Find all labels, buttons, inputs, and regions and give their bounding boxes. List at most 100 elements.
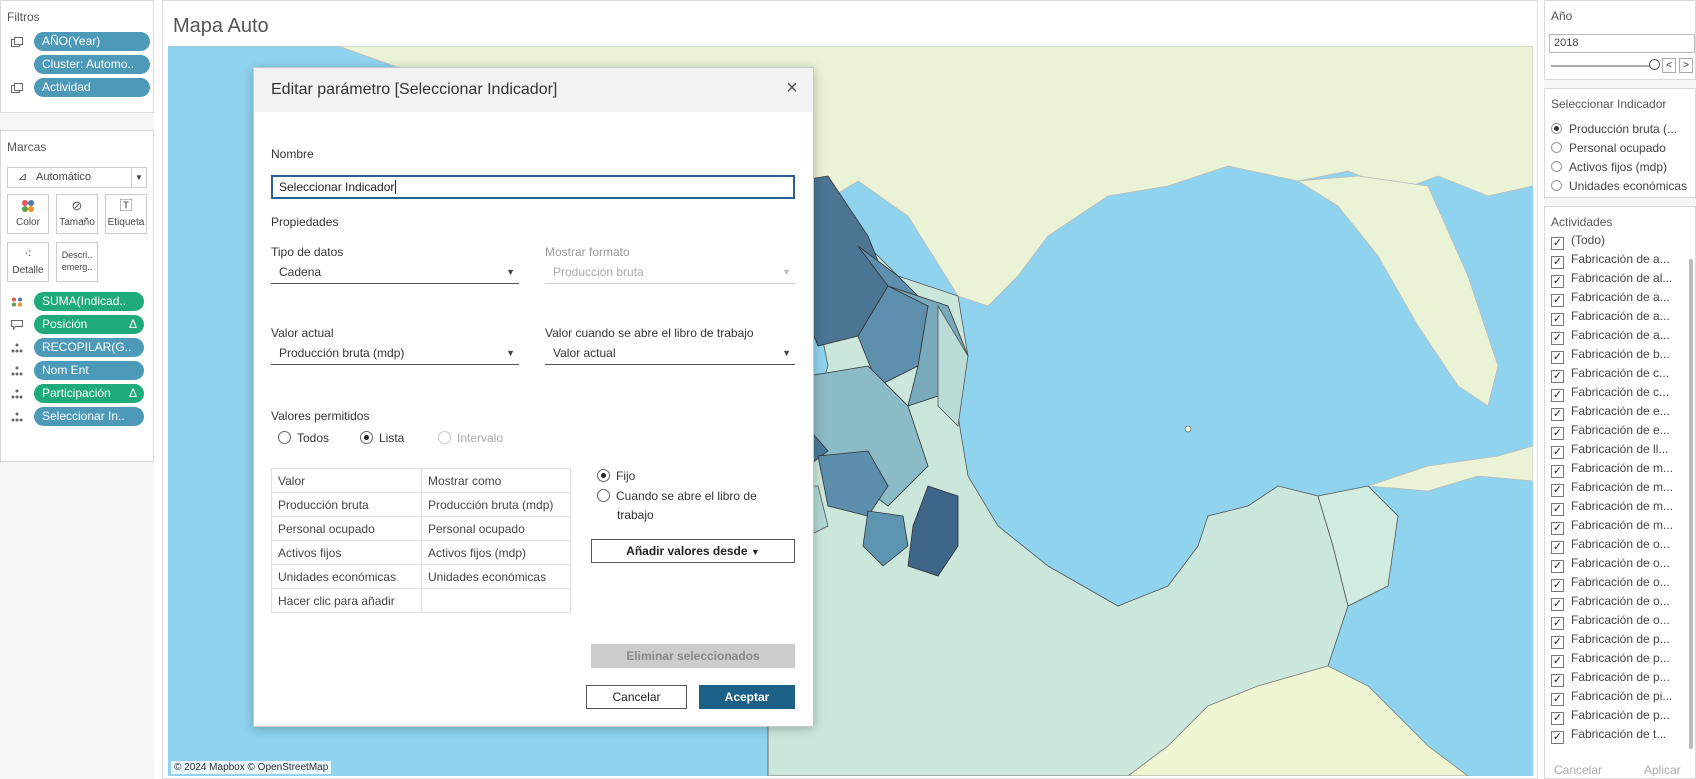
indicator-option-label: Unidades económicas: [1569, 179, 1688, 193]
filter-row-year[interactable]: AÑO(Year): [1, 32, 153, 55]
mark-pill-participation[interactable]: Participación Δ: [34, 384, 144, 403]
activities-scrollbar[interactable]: [1689, 259, 1693, 749]
table-row[interactable]: Unidades económicas Unidades económicas: [271, 564, 571, 589]
activity-item[interactable]: ✓ Fabricación de a...: [1551, 252, 1670, 271]
activity-item[interactable]: ✓ Fabricación de e...: [1551, 423, 1670, 442]
activity-item[interactable]: ✓ Fabricación de c...: [1551, 385, 1669, 404]
indicator-option-label: Producción bruta (...: [1569, 122, 1678, 136]
mark-pill-sum-indicator[interactable]: SUMA(Indicad..: [34, 292, 144, 311]
activity-item[interactable]: ✓ Fabricación de e...: [1551, 404, 1670, 423]
chevron-down-icon: ▼: [750, 547, 760, 557]
table-cell[interactable]: Unidades económicas: [271, 564, 422, 589]
table-row[interactable]: Hacer clic para añadir: [271, 588, 571, 613]
activity-item[interactable]: ✓ Fabricación de a...: [1551, 328, 1670, 347]
activities-cancel-button[interactable]: Cancelar: [1554, 763, 1602, 777]
activity-item[interactable]: ✓ Fabricación de m...: [1551, 499, 1673, 518]
year-slider-thumb[interactable]: [1649, 59, 1660, 70]
table-row[interactable]: Producción bruta Producción bruta (mdp): [271, 492, 571, 517]
mark-row-participation[interactable]: Participación Δ: [1, 384, 153, 407]
table-cell[interactable]: Hacer clic para añadir: [271, 588, 422, 613]
year-input[interactable]: 2018: [1549, 34, 1695, 53]
year-slider-track[interactable]: [1551, 65, 1658, 67]
add-values-button[interactable]: Añadir valores desde ▼: [591, 539, 795, 563]
activity-item[interactable]: ✓ Fabricación de p...: [1551, 708, 1670, 727]
detail-button[interactable]: ⁖ Detalle: [7, 242, 49, 282]
activity-item[interactable]: ✓ Fabricación de a...: [1551, 309, 1670, 328]
table-cell[interactable]: [421, 588, 571, 613]
activity-item[interactable]: ✓ Fabricación de al...: [1551, 271, 1672, 290]
activity-item[interactable]: ✓ Fabricación de m...: [1551, 461, 1673, 480]
activity-item[interactable]: ✓ Fabricación de o...: [1551, 556, 1670, 575]
checkbox-checked-icon: ✓: [1551, 446, 1564, 459]
indicator-option[interactable]: Producción bruta (...: [1551, 122, 1677, 140]
mark-row-sum-indicator[interactable]: SUMA(Indicad..: [1, 292, 153, 315]
table-row[interactable]: Personal ocupado Personal ocupado: [271, 516, 571, 541]
mark-pill-position[interactable]: Posición Δ: [34, 315, 144, 334]
allowed-option-all[interactable]: Todos: [278, 431, 329, 445]
mark-row-collect[interactable]: RECOPILAR(G..: [1, 338, 153, 361]
table-row[interactable]: Activos fijos Activos fijos (mdp): [271, 540, 571, 565]
name-input[interactable]: Seleccionar Indicador: [271, 175, 795, 199]
table-cell[interactable]: Personal ocupado: [421, 516, 571, 541]
fixed-option[interactable]: Fijo: [597, 469, 635, 483]
label-button[interactable]: 🅃 Etiqueta: [105, 194, 147, 234]
table-cell[interactable]: Personal ocupado: [271, 516, 422, 541]
table-cell[interactable]: Activos fijos: [271, 540, 422, 565]
mark-pill-select-indicator[interactable]: Seleccionar In..: [34, 407, 144, 426]
indicator-option[interactable]: Personal ocupado: [1551, 141, 1666, 159]
map-attribution[interactable]: © 2024 Mapbox © OpenStreetMap: [171, 761, 332, 774]
left-panel: Filtros AÑO(Year) Cluster: Automo.. Acti…: [0, 0, 154, 779]
filter-pill-year[interactable]: AÑO(Year): [34, 32, 150, 51]
activity-item[interactable]: ✓ Fabricación de a...: [1551, 290, 1670, 309]
size-button[interactable]: ⊘ Tamaño: [56, 194, 98, 234]
activity-item[interactable]: ✓ Fabricación de pi...: [1551, 689, 1672, 708]
year-prev-button[interactable]: <: [1662, 58, 1676, 73]
filter-row-cluster[interactable]: Cluster: Automo..: [1, 55, 153, 78]
ok-button[interactable]: Aceptar: [699, 685, 795, 709]
table-cell[interactable]: Activos fijos (mdp): [421, 540, 571, 565]
mark-row-position[interactable]: Posición Δ: [1, 315, 153, 338]
indicator-option[interactable]: Unidades económicas: [1551, 179, 1687, 197]
cancel-button[interactable]: Cancelar: [586, 685, 687, 709]
activity-item[interactable]: ✓ Fabricación de p...: [1551, 632, 1670, 651]
activity-item[interactable]: ✓ Fabricación de o...: [1551, 613, 1670, 632]
color-button[interactable]: Color: [7, 194, 49, 234]
edit-parameter-dialog: Editar parámetro [Seleccionar Indicador]…: [253, 67, 814, 727]
mark-row-select-indicator[interactable]: Seleccionar In..: [1, 407, 153, 430]
activities-apply-button[interactable]: Aplicar: [1644, 763, 1681, 777]
table-cell[interactable]: Producción bruta: [271, 492, 422, 517]
activity-item[interactable]: ✓ Fabricación de o...: [1551, 575, 1670, 594]
activity-item[interactable]: ✓ Fabricación de c...: [1551, 366, 1669, 385]
delta-icon: Δ: [128, 317, 137, 331]
close-icon[interactable]: ×: [781, 77, 803, 99]
indicator-option[interactable]: Activos fijos (mdp): [1551, 160, 1667, 178]
mark-type-select[interactable]: ⊿ Automático ▼: [7, 167, 147, 188]
radio-selected-icon: [360, 431, 373, 444]
filter-pill-cluster[interactable]: Cluster: Automo..: [34, 55, 150, 74]
activity-item[interactable]: ✓ Fabricación de ll...: [1551, 442, 1668, 461]
mark-pill-nom-ent[interactable]: Nom Ent: [34, 361, 144, 380]
activity-item-label: Fabricación de o...: [1571, 613, 1670, 627]
filter-pill-activity[interactable]: Actividad: [34, 78, 150, 97]
activity-item[interactable]: ✓ Fabricación de m...: [1551, 518, 1673, 537]
activity-item[interactable]: ✓ Fabricación de o...: [1551, 594, 1670, 613]
activity-item[interactable]: ✓ Fabricación de b...: [1551, 347, 1670, 366]
activity-item[interactable]: ✓ Fabricación de p...: [1551, 670, 1670, 689]
activity-item[interactable]: ✓ Fabricación de p...: [1551, 651, 1670, 670]
mark-row-nom-ent[interactable]: Nom Ent: [1, 361, 153, 384]
activity-item[interactable]: ✓ (Todo): [1551, 233, 1605, 252]
table-cell[interactable]: Unidades económicas: [421, 564, 571, 589]
activity-item[interactable]: ✓ Fabricación de m...: [1551, 480, 1673, 499]
data-type-select[interactable]: Cadena ▼: [271, 262, 519, 284]
table-cell[interactable]: Producción bruta (mdp): [421, 492, 571, 517]
activity-item[interactable]: ✓ Fabricación de t...: [1551, 727, 1666, 746]
mark-pill-collect[interactable]: RECOPILAR(G..: [34, 338, 144, 357]
activity-item[interactable]: ✓ Fabricación de o...: [1551, 537, 1670, 556]
year-next-button[interactable]: >: [1679, 58, 1693, 73]
allowed-option-list[interactable]: Lista: [360, 431, 404, 445]
filter-row-activity[interactable]: Actividad: [1, 78, 153, 101]
current-value-select[interactable]: Producción bruta (mdp) ▼: [271, 343, 519, 365]
when-open-option[interactable]: Cuando se abre el libro de: [597, 489, 757, 503]
open-value-select[interactable]: Valor actual ▼: [545, 343, 795, 365]
tooltip-button[interactable]: Descri.. emerg..: [56, 242, 98, 282]
